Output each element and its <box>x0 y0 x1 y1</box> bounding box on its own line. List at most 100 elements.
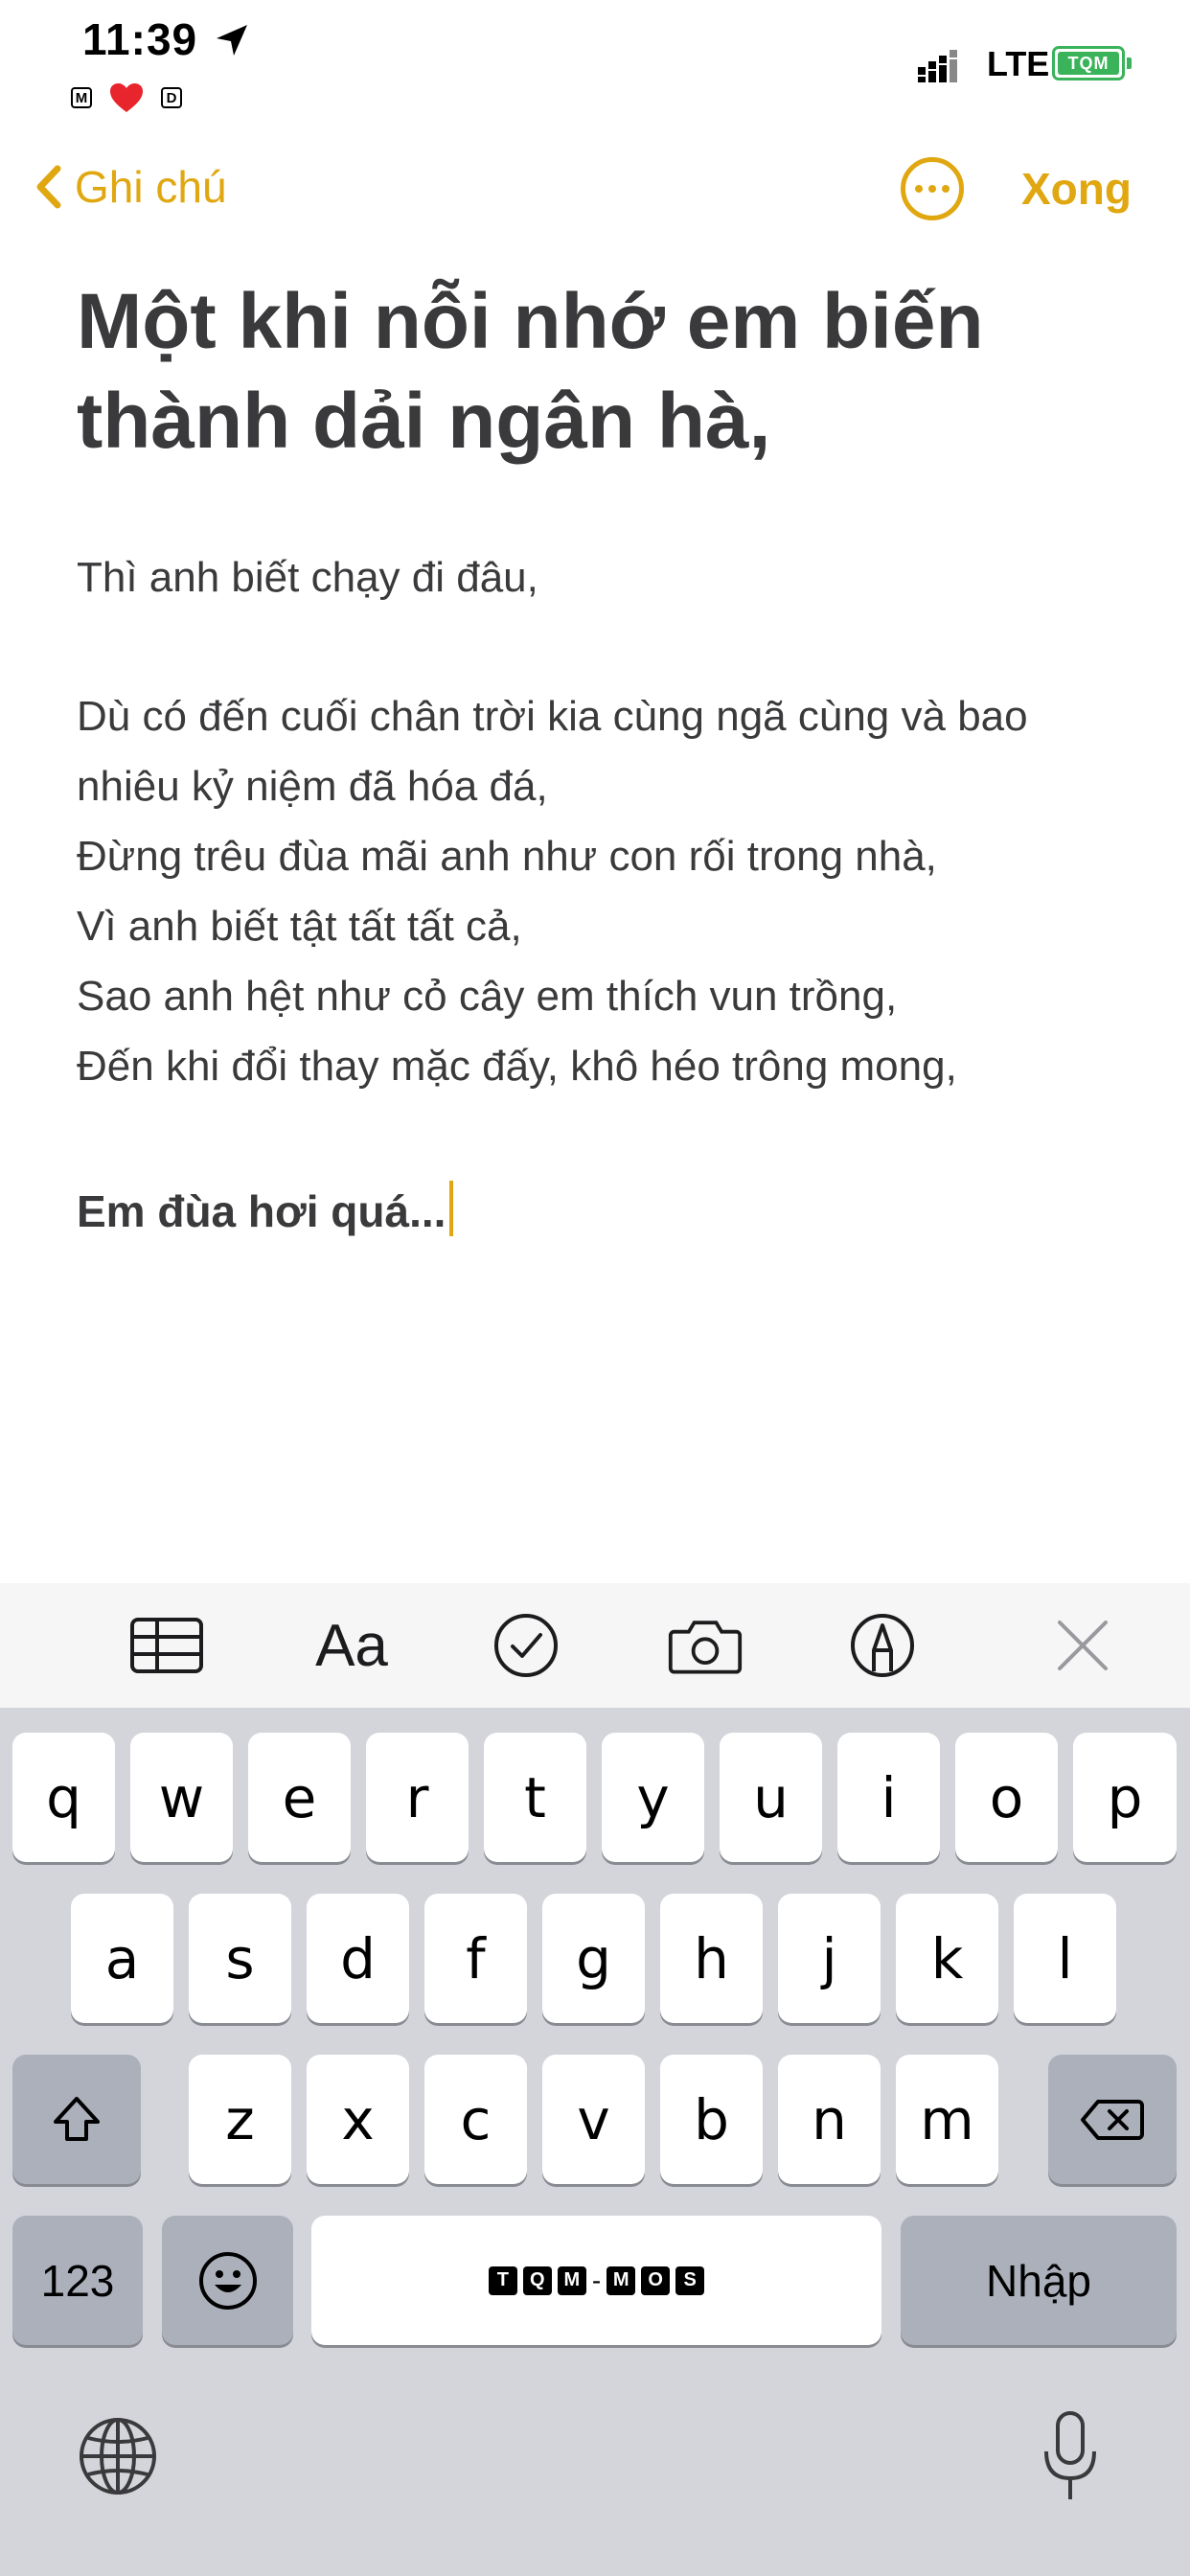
checklist-button[interactable] <box>492 1612 560 1679</box>
microphone-icon[interactable] <box>1037 2409 1104 2505</box>
cellular-signal-icon <box>918 50 957 82</box>
brand-letter: S <box>675 2266 705 2295</box>
key-label: l <box>1057 1925 1073 1991</box>
key-n[interactable]: n <box>778 2055 881 2184</box>
note-line[interactable]: Thì anh biết chạy đi đâu, <box>77 554 538 602</box>
key-x[interactable]: x <box>307 2055 409 2184</box>
enter-key[interactable]: Nhập <box>901 2216 1177 2345</box>
formatting-toolbar: Aa <box>0 1583 1190 1708</box>
note-line[interactable]: Sao anh hệt như cỏ cây em thích vun trồn… <box>77 973 897 1021</box>
key-label: s <box>225 1925 255 1991</box>
back-label: Ghi chú <box>75 162 227 212</box>
key-r[interactable]: r <box>366 1733 469 1862</box>
key-k[interactable]: k <box>896 1894 998 2023</box>
brand-letter: Q <box>522 2266 552 2295</box>
brand-letter: M <box>606 2266 636 2295</box>
key-label: h <box>694 1925 729 1991</box>
note-line[interactable]: nhiêu kỷ niệm đã hóa đá, <box>77 763 548 811</box>
checklist-icon <box>494 1614 558 1677</box>
markup-pen-icon <box>851 1614 914 1677</box>
key-l[interactable]: l <box>1014 1894 1116 2023</box>
key-label: b <box>694 2086 729 2152</box>
note-line[interactable]: Vì anh biết tật tất tất cả, <box>77 903 522 951</box>
key-y[interactable]: y <box>602 1733 704 1862</box>
battery-cap <box>1127 58 1132 69</box>
table-icon <box>130 1618 203 1673</box>
key-d[interactable]: d <box>307 1894 409 2023</box>
key-b[interactable]: b <box>660 2055 763 2184</box>
key-label: q <box>46 1764 81 1830</box>
key-w[interactable]: w <box>130 1733 233 1862</box>
emoji-key[interactable] <box>162 2216 293 2345</box>
key-i[interactable]: i <box>837 1733 940 1862</box>
location-arrow-icon <box>217 25 247 56</box>
numbers-key[interactable]: 123 <box>12 2216 143 2345</box>
table-button[interactable] <box>128 1612 205 1679</box>
m-badge: M <box>71 87 92 108</box>
key-s[interactable]: s <box>189 1894 291 2023</box>
key-label: i <box>881 1764 897 1830</box>
status-indicators: M D <box>71 82 182 113</box>
note-line[interactable]: Đừng trêu đùa mãi anh như con rối trong … <box>77 833 937 881</box>
network-type: LTE <box>987 44 1050 83</box>
ellipsis-icon <box>915 185 923 193</box>
key-f[interactable]: f <box>424 1894 527 2023</box>
key-label: g <box>576 1925 611 1991</box>
text-cursor <box>449 1181 454 1236</box>
markup-button[interactable] <box>849 1612 916 1679</box>
brand-letter: M <box>557 2266 586 2295</box>
shift-icon <box>54 2096 100 2141</box>
key-j[interactable]: j <box>778 1894 881 2023</box>
key-a[interactable]: a <box>71 1894 173 2023</box>
key-label: f <box>466 1925 486 1991</box>
key-g[interactable]: g <box>542 1894 645 2023</box>
key-p[interactable]: p <box>1073 1733 1177 1862</box>
globe-icon[interactable] <box>77 2415 159 2497</box>
key-q[interactable]: q <box>12 1733 115 1862</box>
shift-key[interactable] <box>12 2055 141 2184</box>
key-t[interactable]: t <box>484 1733 586 1862</box>
camera-icon <box>668 1621 743 1674</box>
key-label: a <box>104 1925 140 1991</box>
key-e[interactable]: e <box>248 1733 351 1862</box>
key-label: o <box>989 1764 1024 1830</box>
key-z[interactable]: z <box>189 2055 291 2184</box>
brand-dash: - <box>591 2265 602 2295</box>
done-button[interactable]: Xong <box>1021 163 1132 215</box>
note-line-bold[interactable]: Em đùa hơi quá... <box>77 1181 454 1237</box>
brand-letter: T <box>488 2266 517 2295</box>
key-u[interactable]: u <box>720 1733 822 1862</box>
camera-button[interactable] <box>665 1612 745 1679</box>
key-c[interactable]: c <box>424 2055 527 2184</box>
heart-icon <box>110 83 143 112</box>
space-key[interactable]: T Q M - M O S <box>311 2216 881 2345</box>
emoji-icon <box>198 2251 257 2310</box>
key-label: z <box>225 2086 255 2152</box>
key-label: m <box>920 2086 974 2152</box>
key-label: d <box>340 1925 376 1991</box>
key-h[interactable]: h <box>660 1894 763 2023</box>
note-line[interactable]: Dù có đến cuối chân trời kia cùng ngã cù… <box>77 693 1028 741</box>
close-keyboard-button[interactable] <box>1054 1612 1111 1679</box>
battery-label: TQM <box>1058 52 1119 75</box>
key-o[interactable]: o <box>955 1733 1058 1862</box>
key-label: k <box>930 1925 964 1991</box>
key-v[interactable]: v <box>542 2055 645 2184</box>
delete-key[interactable] <box>1048 2055 1177 2184</box>
key-label: u <box>753 1764 789 1830</box>
ellipsis-dot <box>942 185 950 193</box>
key-label: n <box>812 2086 847 2152</box>
close-icon <box>1058 1621 1108 1670</box>
note-line[interactable]: Đến khi đổi thay mặc đấy, khô héo trông … <box>77 1043 957 1091</box>
status-time: 11:39 <box>82 14 198 64</box>
note-line-text: Em đùa hơi quá... <box>77 1186 446 1236</box>
back-button[interactable]: Ghi chú <box>33 161 227 213</box>
format-button[interactable]: Aa <box>309 1612 395 1679</box>
key-label: r <box>405 1764 429 1830</box>
key-m[interactable]: m <box>896 2055 998 2184</box>
key-label: c <box>460 2086 492 2152</box>
more-options-button[interactable] <box>901 157 964 220</box>
note-title[interactable]: Một khi nỗi nhớ em biến thành dải ngân h… <box>77 272 1131 472</box>
brand-letter: O <box>641 2266 671 2295</box>
key-label: v <box>577 2086 610 2152</box>
